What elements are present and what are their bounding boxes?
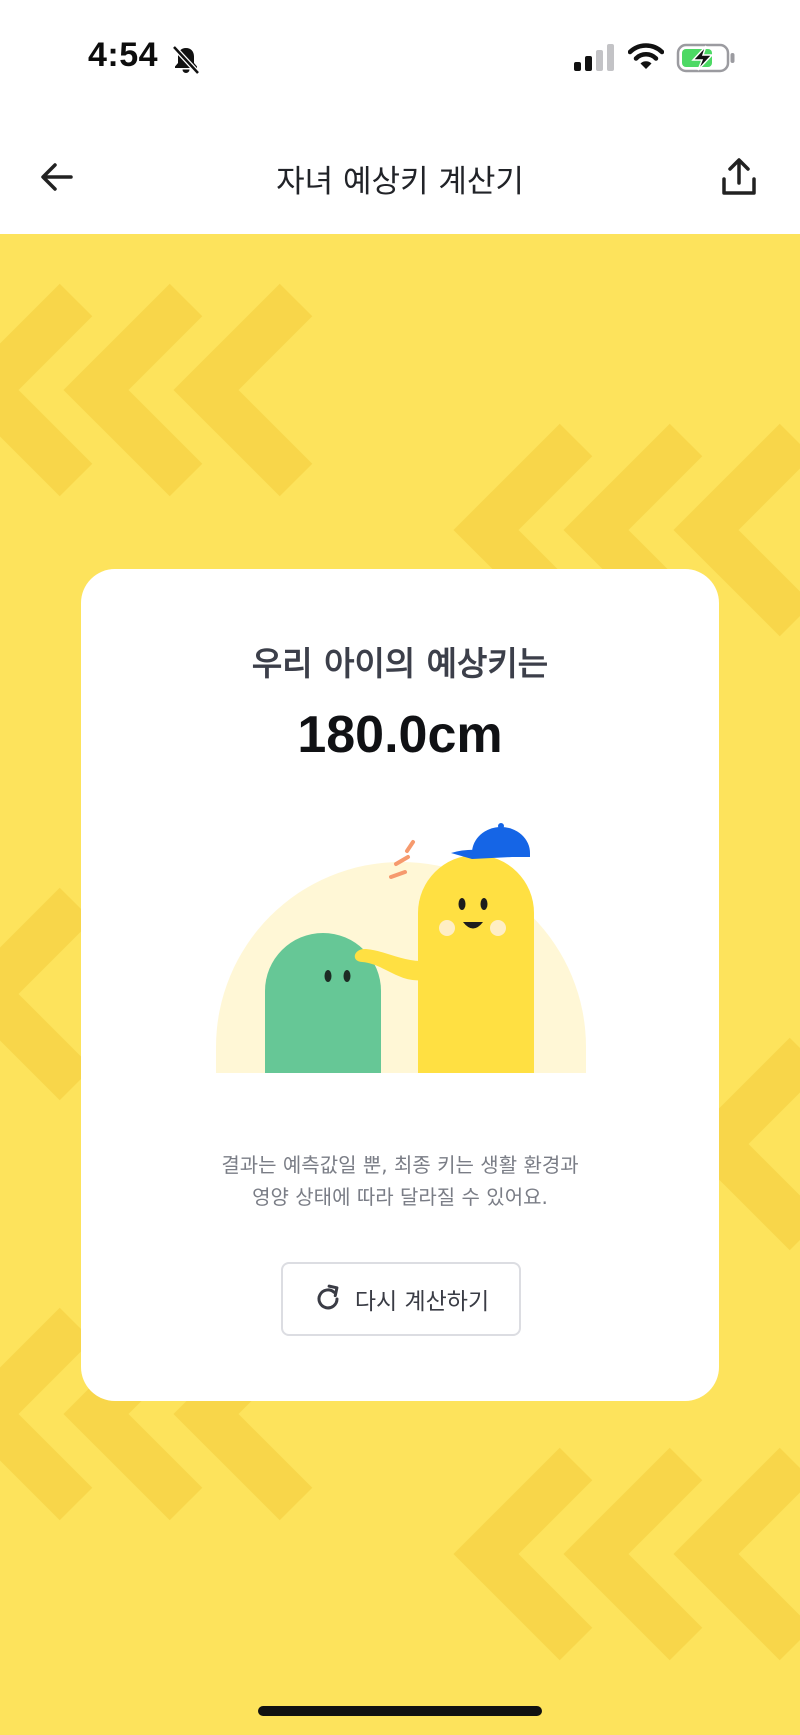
disclaimer-line-2: 영양 상태에 따라 달라질 수 있어요. <box>252 1185 548 1209</box>
share-upload-icon <box>722 158 756 195</box>
disclaimer-line-1: 결과는 예측값일 뿐, 최종 키는 생활 환경과 <box>221 1153 579 1177</box>
status-bar: 4:54 <box>0 0 800 120</box>
predicted-height: 180.0cm <box>297 706 503 764</box>
battery-charging-icon <box>676 43 735 73</box>
wifi-icon <box>628 43 664 69</box>
status-time: 4:54 <box>88 36 159 74</box>
disclaimer-note: 결과는 예측값일 뿐, 최종 키는 생활 환경과 영양 상태에 따라 달라질 수… <box>81 1149 719 1213</box>
home-indicator[interactable] <box>258 1706 542 1716</box>
app-header: 자녀 예상키 계산기 <box>0 120 800 234</box>
cellular-signal-icon <box>574 44 614 71</box>
share-button[interactable] <box>712 150 766 204</box>
result-card: 우리 아이의 예상키는 180.0cm 결과는 예측값일 뿐, 최종 키는 생활… <box>81 569 719 1401</box>
bell-slash-icon <box>172 45 200 75</box>
yellow-character <box>418 855 534 1073</box>
page-title: 자녀 예상키 계산기 <box>276 164 524 200</box>
recalculate-button[interactable]: 다시 계산하기 <box>281 1262 521 1336</box>
result-subtitle: 우리 아이의 예상키는 <box>251 644 549 683</box>
refresh-icon <box>317 1284 339 1310</box>
characters-illustration <box>216 823 586 1073</box>
recalculate-label: 다시 계산하기 <box>354 1289 490 1315</box>
